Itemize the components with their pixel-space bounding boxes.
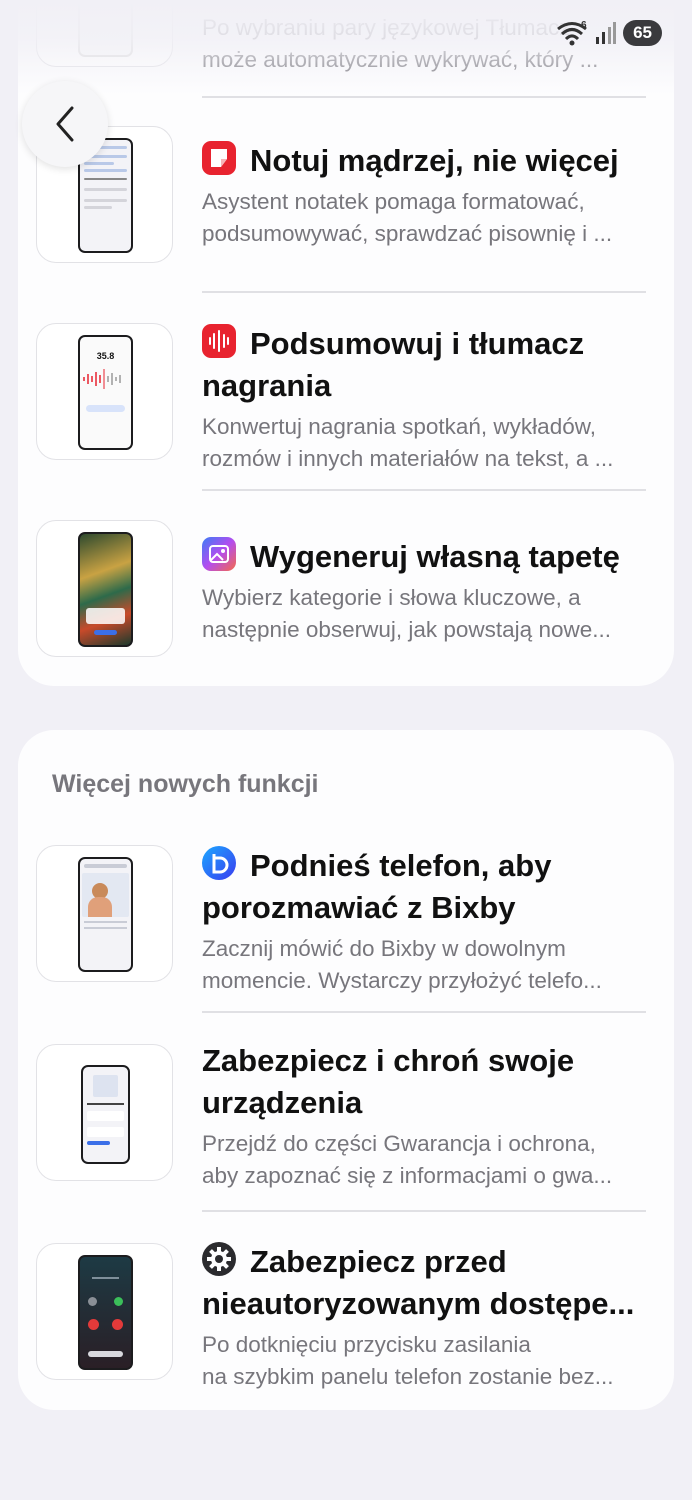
feature-thumbnail: 35.8 — [36, 323, 173, 460]
features-card: Po wybraniu pary językowej Tłumacz może … — [18, 0, 674, 686]
feature-description: Asystent notatek pomaga formatować, pods… — [202, 189, 613, 246]
back-button[interactable] — [22, 81, 108, 167]
recording-time: 35.8 — [96, 351, 115, 361]
battery-indicator: 65 — [623, 20, 662, 46]
divider — [202, 1011, 646, 1013]
feature-description: Przejdź do części Gwarancja i ochrona, a… — [202, 1131, 613, 1188]
feature-title: Notuj mądrzej, nie więcej — [202, 140, 650, 182]
bixby-icon — [202, 846, 236, 880]
phone-preview — [78, 532, 133, 647]
phone-preview — [78, 857, 133, 972]
feature-description: Zacznij mówić do Bixby w dowolnym momenc… — [202, 936, 602, 993]
phone-preview — [81, 1065, 130, 1164]
status-bar: 6 65 — [555, 16, 662, 50]
feature-description: Wybierz kategorie i słowa kluczowe, a na… — [202, 585, 611, 642]
divider — [202, 1210, 646, 1212]
feature-title: Zabezpiecz i chroń swoje urządzenia — [202, 1043, 575, 1120]
divider — [202, 291, 646, 293]
divider — [202, 96, 646, 98]
feature-title: Podsumowuj i tłumacz nagrania — [202, 324, 585, 403]
signal-icon — [596, 22, 617, 44]
feature-thumbnail — [36, 1243, 173, 1380]
phone-preview — [78, 0, 133, 57]
voice-recorder-icon — [202, 324, 236, 358]
feature-thumbnail — [36, 1044, 173, 1181]
feature-description: Po dotknięciu przycisku zasilania na szy… — [202, 1332, 614, 1389]
phone-preview — [78, 1255, 133, 1370]
feature-title: Wygeneruj własną tapetę — [202, 536, 650, 578]
wifi-badge: 6 — [581, 20, 587, 31]
feature-title: Podnieś telefon, aby porozmawiać z Bixby — [202, 846, 552, 925]
section-title: Więcej nowych funkcji — [52, 770, 319, 798]
divider — [202, 489, 646, 491]
notes-icon — [202, 141, 236, 175]
feature-description: Konwertuj nagrania spotkań, wykładów, ro… — [202, 414, 614, 471]
feature-thumbnail — [36, 845, 173, 982]
settings-gear-icon — [202, 1242, 236, 1276]
wifi-icon: 6 — [557, 20, 587, 46]
gallery-icon — [202, 537, 236, 571]
chevron-left-icon — [56, 106, 74, 142]
feature-thumbnail — [36, 0, 173, 67]
feature-thumbnail — [36, 520, 173, 657]
feature-title: Zabezpiecz przed nieautoryzowanym dostęp… — [202, 1242, 635, 1321]
phone-preview: 35.8 — [78, 335, 133, 450]
more-features-card: Więcej nowych funkcji Podnieś telefon, a… — [18, 730, 674, 1410]
